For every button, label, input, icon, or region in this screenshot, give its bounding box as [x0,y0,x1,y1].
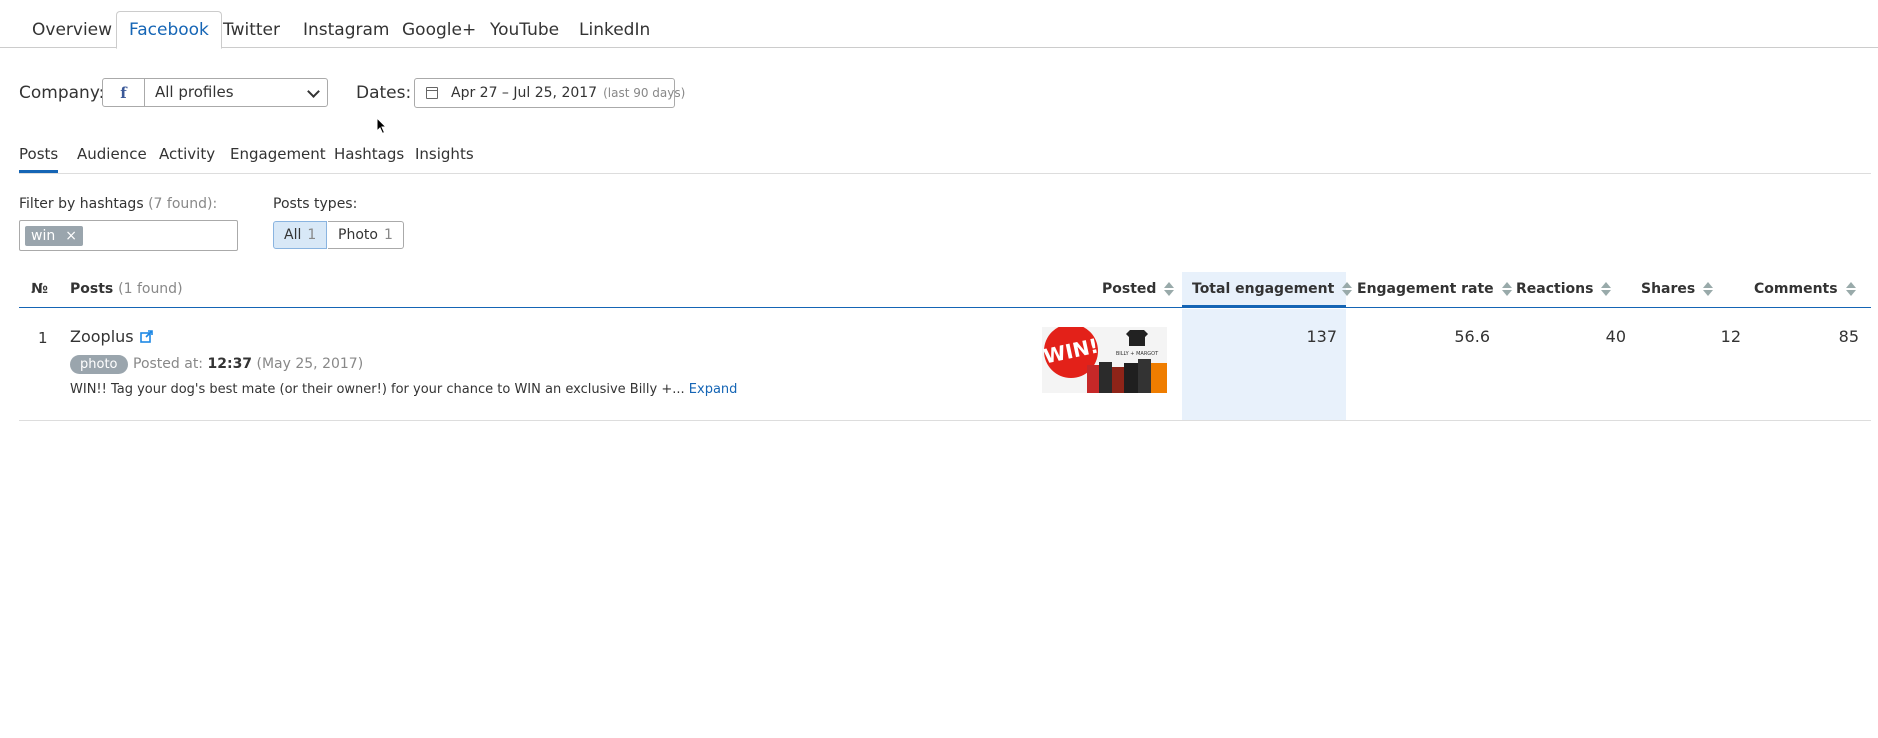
network-tabs: Overview Facebook Twitter Instagram Goog… [0,0,1878,49]
date-range-value: Apr 27 – Jul 25, 2017 [451,85,598,101]
column-comments[interactable]: Comments [1754,272,1856,308]
column-engagement-rate[interactable]: Engagement rate [1357,272,1512,308]
tab-engagement[interactable]: Engagement [230,145,326,173]
tab-twitter[interactable]: Twitter [211,11,292,49]
external-link-icon[interactable] [139,330,153,343]
facebook-profile-button[interactable]: f [102,78,145,107]
tab-linkedin[interactable]: LinkedIn [567,11,662,49]
tab-instagram[interactable]: Instagram [291,11,402,49]
column-posted[interactable]: Posted [1102,272,1175,308]
report-tabs: Posts Audience Activity Engagement Hasht… [19,140,1871,174]
date-range-note: (last 90 days) [603,86,686,100]
company-label: Company: [19,83,105,103]
profile-select-value: All profiles [155,83,234,101]
tab-activity[interactable]: Activity [159,145,215,173]
post-types-label: Posts types: [273,196,358,212]
mouse-cursor-icon [376,117,388,135]
facebook-icon: f [120,83,127,102]
post-author: Zooplus [70,327,153,346]
sort-icon [1703,282,1714,296]
hashtag-input[interactable]: win × [19,220,238,251]
sort-icon [1342,282,1353,296]
calendar-icon [426,87,438,99]
sort-icon [1845,282,1856,296]
expand-link[interactable]: Expand [689,382,738,397]
post-type-badge: photo [70,355,128,374]
reactions-value: 40 [1605,327,1626,346]
column-reactions[interactable]: Reactions [1516,272,1612,308]
highlighted-column [1182,309,1346,420]
chevron-down-icon [307,85,320,98]
tab-overview[interactable]: Overview [20,11,124,49]
posted-time: 12:37 [207,356,253,372]
hashtag-found-count: (7 found): [148,196,218,212]
hashtag-chip: win × [25,226,83,246]
posts-table-header: № Posts (1 found) Posted Total engagemen… [19,272,1871,308]
column-shares[interactable]: Shares [1641,272,1714,308]
dates-label: Dates: [356,83,412,103]
tab-facebook[interactable]: Facebook [116,11,222,49]
row-number: 1 [38,329,48,347]
sort-icon [1601,282,1612,296]
engagement-rate-value: 56.6 [1454,327,1490,346]
hashtag-chip-label: win [31,228,56,244]
comments-value: 85 [1838,327,1859,346]
post-thumbnail[interactable]: WIN! BILLY + MARGOT [1042,327,1167,393]
table-row: 1 Zooplus photo Posted at: 12:37 (May 25… [19,309,1871,421]
total-engagement-value: 137 [1306,327,1337,346]
post-author-name[interactable]: Zooplus [70,327,134,346]
tab-audience[interactable]: Audience [77,145,147,173]
tab-youtube[interactable]: YouTube [478,11,571,49]
posted-date: (May 25, 2017) [256,356,364,372]
column-number: № [31,281,48,297]
column-posts: Posts (1 found) [70,281,183,297]
post-type-all[interactable]: All 1 [273,221,328,249]
shares-value: 12 [1720,327,1741,346]
hashtag-filter-label: Filter by hashtags (7 found): [19,196,218,212]
thumbnail-brand-text: BILLY + MARGOT [1116,351,1159,357]
posts-found-count: (1 found) [118,281,183,297]
tab-google-plus[interactable]: Google+ [390,11,488,49]
close-icon[interactable]: × [65,228,77,244]
tab-hashtags[interactable]: Hashtags [334,145,404,173]
posted-at: Posted at: 12:37 (May 25, 2017) [133,356,364,372]
profile-select[interactable]: All profiles [144,78,328,107]
sort-icon [1164,282,1175,296]
sort-icon [1501,282,1512,296]
post-type-photo[interactable]: Photo 1 [328,221,404,249]
tab-posts[interactable]: Posts [19,145,59,173]
column-total-engagement[interactable]: Total engagement [1182,272,1353,308]
tab-insights[interactable]: Insights [415,145,474,173]
post-text: WIN!! Tag your dog's best mate (or their… [70,382,738,397]
date-range-picker[interactable]: Apr 27 – Jul 25, 2017 (last 90 days) [414,78,685,108]
